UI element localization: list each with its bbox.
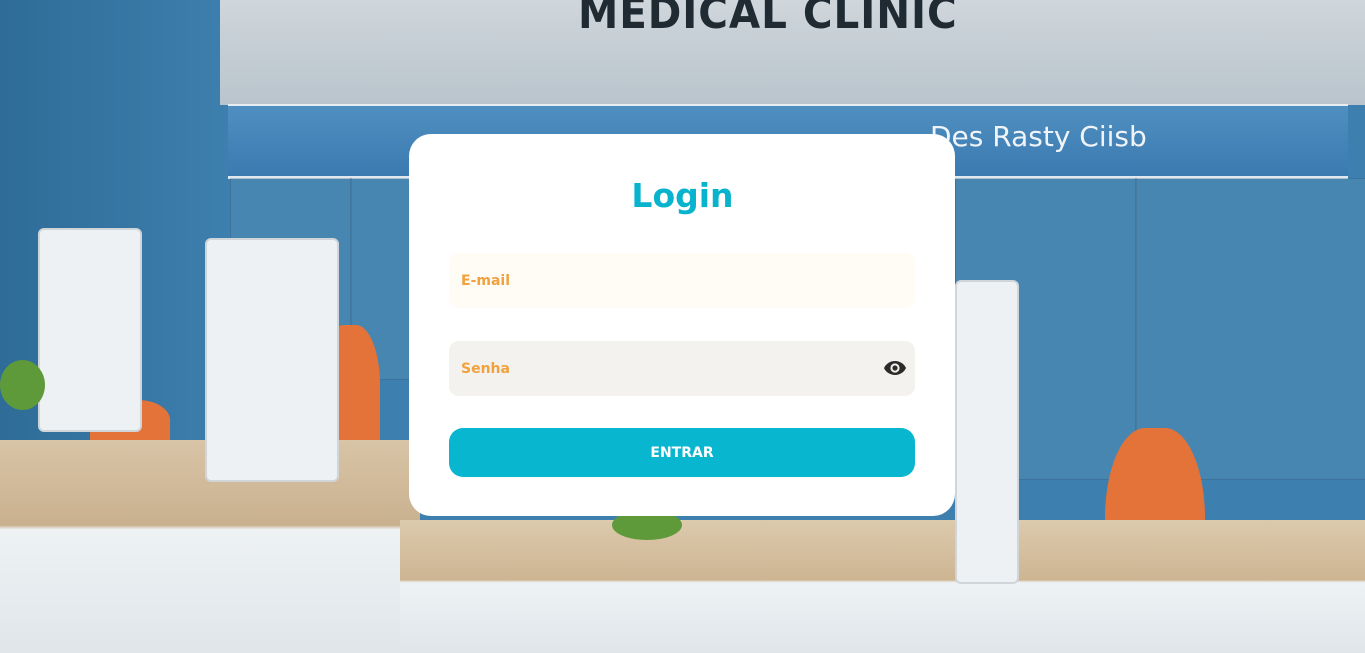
email-input[interactable] xyxy=(449,253,915,308)
submit-button[interactable]: ENTRAR xyxy=(449,428,915,477)
password-input[interactable] xyxy=(449,341,915,396)
login-title: Login xyxy=(631,176,734,215)
background-monitor xyxy=(38,228,142,432)
background-plant xyxy=(0,360,45,410)
password-field-wrapper xyxy=(449,341,915,396)
background-desk-right xyxy=(400,520,1365,653)
email-field-wrapper xyxy=(449,253,915,308)
background-clinic-sign: MEDICAL CLINIC xyxy=(578,0,958,39)
background-monitor xyxy=(205,238,339,482)
eye-icon[interactable] xyxy=(883,358,907,378)
background-sign-bar-text: Des Rasty Ciisb xyxy=(930,120,1147,153)
background-monitor xyxy=(955,280,1019,584)
